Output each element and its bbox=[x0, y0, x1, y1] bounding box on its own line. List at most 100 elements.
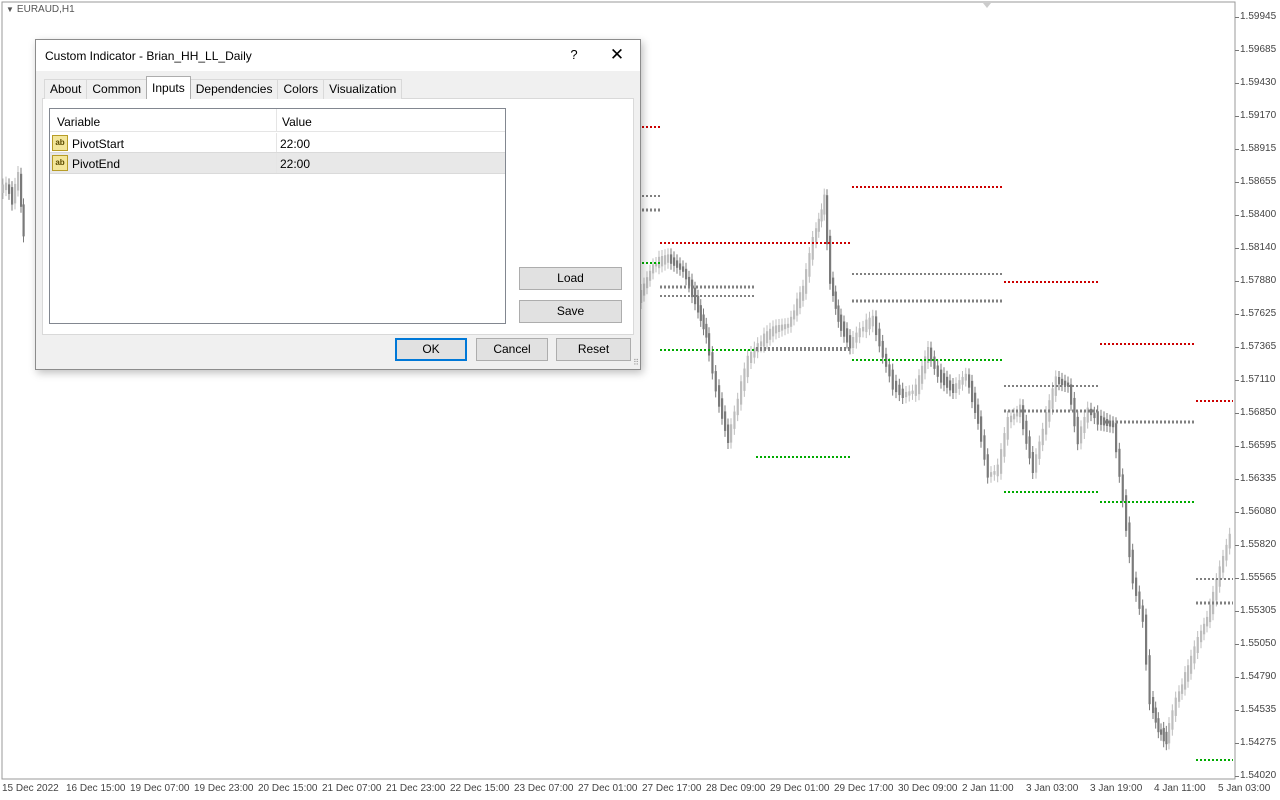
candle-body bbox=[661, 256, 664, 267]
candle-body bbox=[724, 411, 727, 431]
tab-dependencies[interactable]: Dependencies bbox=[189, 79, 279, 99]
variable-value[interactable]: 22:00 bbox=[280, 137, 310, 151]
candle-body bbox=[1000, 449, 1003, 474]
price-axis-label: 1.55820 bbox=[1240, 539, 1277, 550]
candle-body bbox=[881, 340, 884, 358]
price-axis-tick bbox=[1235, 545, 1239, 546]
candle-body bbox=[1003, 433, 1006, 457]
time-axis-label: 27 Dec 17:00 bbox=[642, 783, 702, 794]
candle-body bbox=[11, 187, 14, 205]
candle-body bbox=[1160, 729, 1163, 735]
candle-body bbox=[1157, 718, 1160, 733]
ok-button[interactable]: OK bbox=[395, 338, 467, 361]
candle-body bbox=[1076, 416, 1079, 445]
candle-body bbox=[1215, 579, 1218, 601]
price-axis-label: 1.54275 bbox=[1240, 737, 1277, 748]
candle-body bbox=[958, 380, 961, 389]
price-axis-label: 1.57625 bbox=[1240, 308, 1277, 319]
price-axis-label: 1.54020 bbox=[1240, 770, 1277, 781]
candle-body bbox=[826, 195, 829, 245]
dialog-titlebar[interactable]: Custom Indicator - Brian_HH_LL_Daily ? ✕ bbox=[36, 40, 640, 71]
candle-body bbox=[820, 209, 823, 222]
candle-body bbox=[772, 326, 775, 337]
candle-body bbox=[849, 335, 852, 349]
time-axis-label: 30 Dec 09:00 bbox=[898, 783, 958, 794]
candle-body bbox=[766, 331, 769, 344]
variable-value[interactable]: 22:00 bbox=[280, 157, 310, 171]
candle-body bbox=[643, 283, 646, 296]
price-axis-label: 1.56595 bbox=[1240, 440, 1277, 451]
candle-body bbox=[974, 392, 977, 413]
candle-body bbox=[743, 368, 746, 391]
tab-common[interactable]: Common bbox=[86, 79, 148, 99]
load-button[interactable]: Load bbox=[519, 267, 622, 290]
candle-body bbox=[943, 373, 946, 386]
chart-symbol-title: ▼ EURAUD,H1 bbox=[6, 4, 75, 15]
candle-body bbox=[1083, 417, 1086, 433]
shift-marker-icon[interactable] bbox=[983, 3, 991, 8]
candle-body bbox=[815, 228, 818, 243]
resize-grip-icon[interactable]: ⠿ bbox=[633, 358, 639, 367]
price-axis-tick bbox=[1235, 578, 1239, 579]
price-axis-label: 1.58655 bbox=[1240, 176, 1277, 187]
candle-body bbox=[977, 404, 980, 424]
candle-body bbox=[1148, 655, 1151, 705]
column-separator[interactable] bbox=[276, 109, 277, 131]
candle-body bbox=[708, 333, 711, 356]
price-axis-tick bbox=[1235, 413, 1239, 414]
candle-body bbox=[1181, 684, 1184, 694]
column-header-value[interactable]: Value bbox=[282, 115, 312, 129]
reset-button[interactable]: Reset bbox=[556, 338, 631, 361]
help-button[interactable]: ? bbox=[563, 44, 585, 66]
candle-body bbox=[855, 332, 858, 343]
candle-body bbox=[740, 381, 743, 405]
price-axis-tick bbox=[1235, 215, 1239, 216]
custom-indicator-dialog: Custom Indicator - Brian_HH_LL_Daily ? ✕… bbox=[35, 39, 641, 370]
price-axis-tick bbox=[1235, 380, 1239, 381]
candle-body bbox=[679, 263, 682, 270]
candle-body bbox=[1016, 411, 1019, 417]
tab-colors[interactable]: Colors bbox=[277, 79, 325, 99]
candle-body bbox=[837, 305, 840, 322]
price-axis-label: 1.55050 bbox=[1240, 638, 1277, 649]
grid-row-pivotstart[interactable]: ab PivotStart 22:00 bbox=[50, 133, 505, 153]
tab-about[interactable]: About bbox=[44, 79, 88, 99]
price-axis-label: 1.59430 bbox=[1240, 77, 1277, 88]
candle-body bbox=[1128, 522, 1131, 558]
column-header-variable[interactable]: Variable bbox=[57, 115, 100, 129]
candle-body bbox=[1045, 412, 1048, 435]
tab-inputs[interactable]: Inputs bbox=[146, 76, 191, 99]
candle-body bbox=[968, 374, 971, 388]
candle-body bbox=[1058, 377, 1061, 385]
candle-body bbox=[799, 292, 802, 309]
candle-body bbox=[817, 218, 820, 232]
candle-body bbox=[760, 341, 763, 347]
grid-row-pivotend[interactable]: ab PivotEnd 22:00 bbox=[50, 152, 505, 174]
candle-body bbox=[1171, 710, 1174, 730]
candle-body bbox=[901, 388, 904, 398]
candle-body bbox=[933, 356, 936, 369]
column-separator bbox=[276, 153, 277, 173]
tab-visualization[interactable]: Visualization bbox=[323, 79, 403, 99]
price-axis-tick bbox=[1235, 281, 1239, 282]
column-separator bbox=[276, 133, 277, 153]
candle-body bbox=[895, 380, 898, 393]
candle-body bbox=[699, 305, 702, 321]
cancel-button[interactable]: Cancel bbox=[476, 338, 548, 361]
candle-body bbox=[646, 277, 649, 289]
save-button[interactable]: Save bbox=[519, 300, 622, 323]
price-axis-tick bbox=[1235, 644, 1239, 645]
close-button[interactable]: ✕ bbox=[602, 42, 632, 68]
time-axis-label: 5 Jan 03:00 bbox=[1218, 783, 1271, 794]
candle-body bbox=[862, 326, 865, 332]
candle-body bbox=[921, 365, 924, 384]
price-axis-label: 1.56080 bbox=[1240, 506, 1277, 517]
candle-body bbox=[727, 424, 730, 443]
price-axis-tick bbox=[1235, 479, 1239, 480]
candle-body bbox=[1138, 591, 1141, 609]
chevron-down-icon[interactable]: ▼ bbox=[6, 5, 14, 14]
inputs-grid[interactable]: Variable Value ab PivotStart 22:00 ab Pi… bbox=[49, 108, 506, 324]
candle-body bbox=[1013, 413, 1016, 420]
candle-body bbox=[702, 314, 705, 330]
candle-body bbox=[843, 321, 846, 337]
